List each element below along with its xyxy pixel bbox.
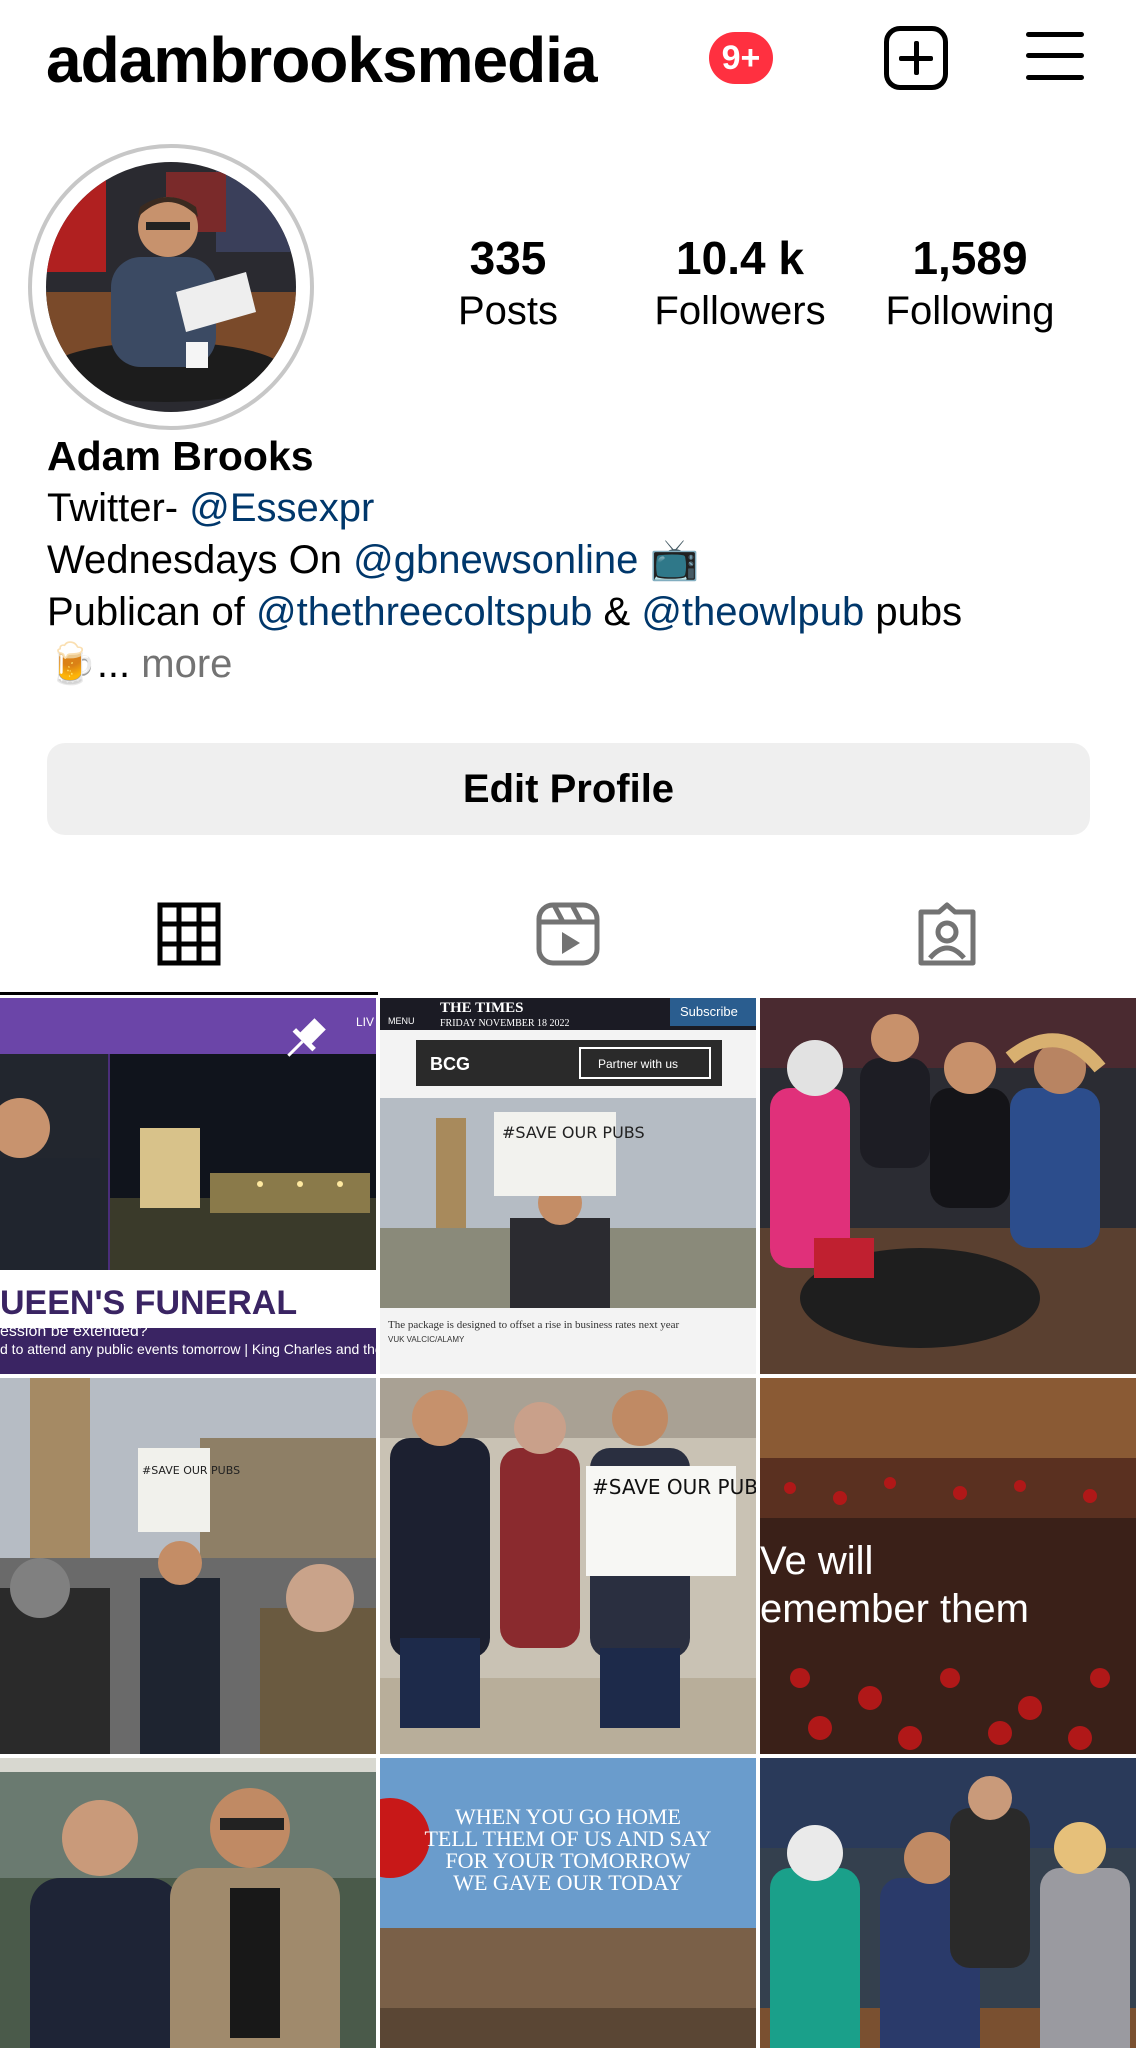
following-label: Following — [885, 289, 1055, 333]
newspaper-date: FRIDAY NOVEMBER 18 2022 — [440, 1018, 570, 1029]
profile-header: adambrooksmedia 9+ — [0, 0, 1136, 120]
mention-link[interactable]: @theowlpub — [641, 590, 864, 634]
more-link[interactable]: more — [141, 642, 232, 686]
edit-profile-button[interactable]: Edit Profile — [47, 743, 1090, 835]
tab-tagged[interactable] — [758, 880, 1136, 996]
grid-post-7[interactable] — [0, 1758, 376, 2048]
hamburger-menu-icon[interactable] — [1026, 32, 1084, 80]
followers-stat[interactable]: 10.4 k Followers — [640, 230, 840, 336]
posts-count: 335 — [469, 232, 547, 284]
sign-text: #SAVE OUR PUBS — [592, 1475, 756, 1499]
grid-icon — [157, 902, 221, 966]
bio-text: Twitter- — [47, 486, 190, 530]
profile-bio: Adam Brooks Twitter- @Essexpr Wednesdays… — [47, 430, 1097, 690]
plus-square-icon[interactable] — [884, 26, 948, 90]
beer-emoji-icon: 🍺 — [47, 642, 97, 686]
bio-line-1: Twitter- @Essexpr — [47, 482, 1097, 534]
bio-text: & — [592, 590, 642, 634]
tile-ticker: d to attend any public events tomorrow |… — [0, 1341, 376, 1357]
followers-label: Followers — [654, 289, 826, 333]
avatar-ring[interactable] — [28, 144, 314, 430]
tab-posts-grid[interactable] — [0, 880, 378, 996]
bio-text: pubs — [864, 590, 963, 634]
mention-link[interactable]: @Essexpr — [189, 486, 374, 530]
grid-post-6[interactable]: Ve will emember them — [760, 1378, 1136, 1754]
tab-reels[interactable] — [379, 880, 757, 996]
poem-line-4: WE GAVE OUR TODAY — [453, 1870, 683, 1895]
followers-count: 10.4 k — [676, 232, 804, 284]
profile-tabs — [0, 880, 1136, 996]
article-caption: The package is designed to offset a rise… — [388, 1319, 680, 1331]
grid-post-8[interactable]: WHEN YOU GO HOME TELL THEM OF US AND SAY… — [380, 1758, 756, 2048]
grid-post-9[interactable] — [760, 1758, 1136, 2048]
grid-post-3[interactable] — [760, 998, 1136, 1374]
ad-brand: BCG — [430, 1054, 470, 1074]
active-tab-indicator — [0, 992, 378, 995]
sign-text: #SAVE OUR PUBS — [502, 1123, 645, 1142]
display-name: Adam Brooks — [47, 433, 314, 479]
notification-badge[interactable]: 9+ — [709, 32, 773, 84]
bio-text: Wednesdays On — [47, 538, 354, 582]
following-count: 1,589 — [912, 232, 1028, 284]
posts-stat[interactable]: 335 Posts — [430, 230, 586, 336]
mention-link[interactable]: @gbnewsonline — [353, 538, 638, 582]
ad-label: Partner with us — [598, 1057, 678, 1071]
mention-link[interactable]: @thethreecoltspub — [256, 590, 592, 634]
tagged-icon — [918, 902, 976, 966]
avatar[interactable] — [46, 162, 296, 412]
username[interactable]: adambrooksmedia — [46, 20, 598, 100]
subscribe-label: Subscribe — [680, 1004, 738, 1019]
menu-label: MENU — [388, 1016, 415, 1026]
following-stat[interactable]: 1,589 Following — [870, 230, 1070, 336]
tile-caption: UEEN'S FUNERAL — [0, 1284, 297, 1322]
grid-post-5[interactable]: #SAVE OUR PUBS — [380, 1378, 756, 1754]
bio-line-4: 🍺... more — [47, 638, 1097, 690]
tile-subcaption: ession be extended? — [0, 1323, 148, 1340]
bio-text: Publican of — [47, 590, 257, 634]
grid-post-2[interactable]: THE TIMES FRIDAY NOVEMBER 18 2022 MENU S… — [380, 998, 756, 1374]
overlay-text-1: Ve will — [760, 1539, 873, 1583]
posts-label: Posts — [457, 289, 559, 333]
reels-icon — [536, 902, 600, 966]
bio-line-2: Wednesdays On @gbnewsonline 📺 — [47, 534, 1097, 586]
grid-post-1[interactable]: UEEN'S FUNERAL ession be extended? d to … — [0, 998, 376, 1374]
overlay-text-2: emember them — [760, 1587, 1029, 1631]
grid-post-4[interactable]: #SAVE OUR PUBS — [0, 1378, 376, 1754]
tv-emoji-icon: 📺 — [649, 538, 700, 582]
sign-text: #SAVE OUR PUBS — [142, 1464, 240, 1477]
bio-line-3: Publican of @thethreecoltspub & @theowlp… — [47, 586, 1097, 638]
photo-credit: VUK VALCIC/ALAMY — [388, 1335, 465, 1344]
live-label: LIV — [356, 1015, 374, 1029]
bio-ellipsis: ... — [96, 642, 142, 686]
newspaper-masthead: THE TIMES — [440, 1000, 524, 1016]
